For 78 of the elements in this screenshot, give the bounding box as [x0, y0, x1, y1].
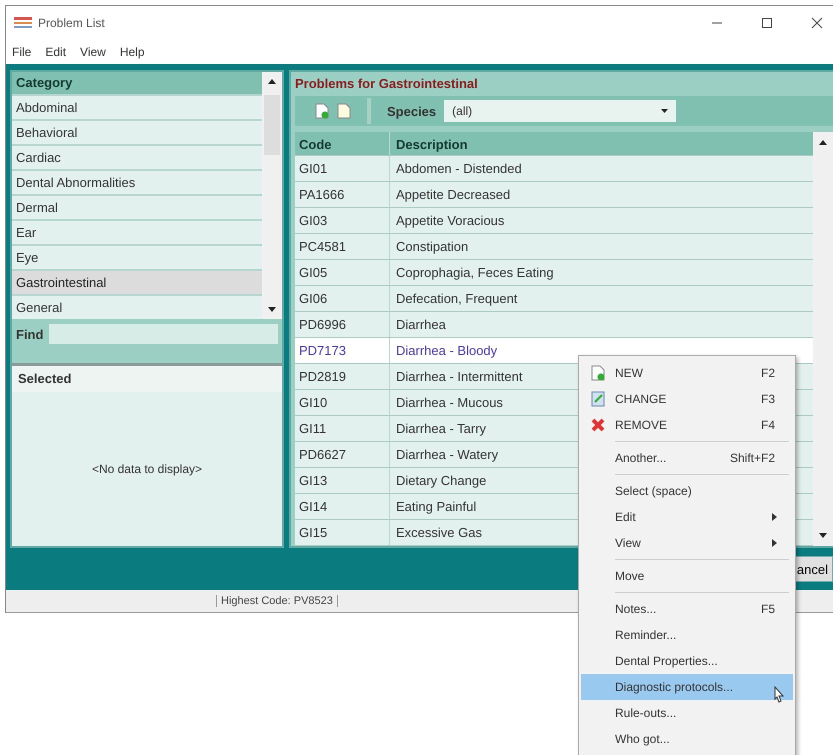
table-row[interactable]: PD6996 Diarrhea	[295, 312, 813, 338]
scroll-up-icon[interactable]	[819, 140, 827, 145]
find-field[interactable]	[49, 324, 278, 344]
category-item[interactable]: Gastrointestinal	[12, 269, 262, 294]
table-cell: Defecation, Frequent	[396, 291, 518, 306]
table-cell: GI15	[295, 520, 390, 545]
close-icon[interactable]	[811, 17, 823, 29]
find-label: Find	[16, 326, 44, 342]
menu-item[interactable]: File	[12, 45, 32, 59]
empty-message: <No data to display>	[92, 462, 202, 476]
table-row[interactable]: GI03 Appetite Voracious	[295, 208, 813, 234]
column-header: Code	[295, 132, 390, 155]
scroll-up-icon[interactable]	[268, 79, 276, 84]
table-row[interactable]: GI05 Coprophagia, Feces Eating	[295, 260, 813, 286]
menu-item[interactable]: Notes... F5	[581, 596, 793, 622]
menu-item[interactable]: Edit	[45, 45, 66, 59]
scrollbar[interactable]	[262, 72, 282, 319]
table-cell: Abdomen - Distended	[396, 161, 522, 176]
table-cell: Diarrhea - Bloody	[396, 343, 498, 358]
table-cell: GI01	[295, 156, 390, 181]
table-cell: Diarrhea	[396, 317, 446, 332]
table-cell: GI11	[295, 416, 390, 441]
maximize-icon[interactable]	[761, 17, 773, 29]
table-cell: Diarrhea - Intermittent	[396, 369, 522, 384]
window-title: Problem List	[38, 16, 105, 30]
menu-item[interactable]: Reminder...	[581, 622, 793, 648]
menu-item[interactable]: View	[80, 45, 106, 59]
document-icon[interactable]	[337, 103, 351, 119]
table-cell: Appetite Decreased	[396, 187, 510, 202]
menu-item[interactable]: Rule-outs...	[581, 700, 793, 726]
table-cell: GI03	[295, 208, 390, 233]
menu-item[interactable]: Move	[581, 563, 793, 589]
table-cell: Eating Painful	[396, 499, 476, 514]
species-label: Species	[387, 104, 436, 118]
new-document-icon	[591, 365, 605, 381]
table-row[interactable]: PA1666 Appetite Decreased	[295, 182, 813, 208]
table-cell: Diarrhea - Mucous	[396, 395, 503, 410]
table-cell: GI13	[295, 468, 390, 493]
scroll-down-icon[interactable]	[268, 307, 276, 312]
menu-item[interactable]: Diagnostic protocols...	[581, 674, 793, 700]
table-row[interactable]: GI01 Abdomen - Distended	[295, 156, 813, 182]
table-cell: PA1666	[295, 182, 390, 207]
column-header: Category	[12, 72, 262, 94]
table-cell: Appetite Voracious	[396, 213, 504, 228]
column-header: Description	[395, 136, 469, 154]
table-row[interactable]: GI06 Defecation, Frequent	[295, 286, 813, 312]
app-icon	[14, 17, 32, 29]
delete-icon	[591, 418, 605, 432]
table-cell: Constipation	[396, 239, 468, 254]
table-cell: Diarrhea - Tarry	[396, 421, 486, 436]
table-cell: Coprophagia, Feces Eating	[396, 265, 554, 280]
table-cell: Excessive Gas	[396, 525, 482, 540]
table-cell: GI14	[295, 494, 390, 519]
table-cell: PD6627	[295, 442, 390, 467]
table-cell: PD2819	[295, 364, 390, 389]
dropdown-arrow-icon	[661, 109, 668, 113]
menu-item[interactable]: Dental Properties...	[581, 648, 793, 674]
table-cell: GI10	[295, 390, 390, 415]
cancel-button[interactable]: ancel	[794, 556, 833, 582]
table-cell: Diarrhea - Watery	[396, 447, 498, 462]
table-cell: PD7173	[295, 338, 390, 363]
scrollbar[interactable]	[813, 132, 833, 546]
panel-header: Selected	[12, 366, 282, 392]
menu-item[interactable]: Who got...	[581, 726, 793, 752]
table-cell: PD6996	[295, 312, 390, 337]
status-text: Highest Code: PV8523	[216, 595, 338, 607]
menu-item[interactable]: Help	[120, 45, 145, 59]
table-cell: PC4581	[295, 234, 390, 259]
species-dropdown[interactable]: (all)	[444, 100, 676, 122]
table-cell: GI06	[295, 286, 390, 311]
table-cell: Dietary Change	[396, 473, 486, 488]
menu-item[interactable]: Another... Shift+F2	[581, 445, 793, 471]
table-row[interactable]: PC4581 Constipation	[295, 234, 813, 260]
scroll-down-icon[interactable]	[819, 533, 827, 538]
edit-document-icon	[591, 391, 605, 407]
panel-title: Problems for Gastrointestinal	[295, 75, 479, 93]
table-cell: GI05	[295, 260, 390, 285]
new-document-icon[interactable]	[315, 103, 329, 119]
